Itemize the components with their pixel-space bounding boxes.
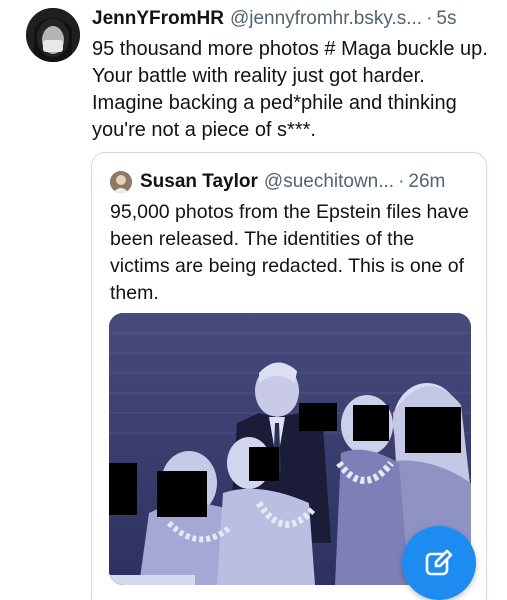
redaction-box	[353, 405, 389, 441]
redaction-box	[405, 407, 461, 453]
compose-button[interactable]	[402, 526, 476, 600]
separator-dot: ·	[398, 171, 405, 192]
post-card[interactable]: JennYFromHR @jennyfromhr.bsky.s... · 5s …	[0, 0, 507, 600]
avatar-image	[26, 8, 80, 62]
post-timestamp[interactable]: 5s	[436, 8, 456, 30]
quoted-post-header: Susan Taylor @suechitown... · 26m	[110, 169, 480, 195]
post-text: 95 thousand more photos # Maga buckle up…	[92, 38, 488, 141]
author-avatar[interactable]	[26, 8, 80, 62]
redaction-box	[299, 403, 337, 431]
redaction-box	[249, 447, 279, 481]
quoted-author-avatar[interactable]	[110, 171, 132, 193]
author-handle[interactable]: @jennyfromhr.bsky.s...	[230, 8, 422, 30]
quoted-author-display-name[interactable]: Susan Taylor	[140, 171, 258, 193]
author-display-name[interactable]: JennYFromHR	[92, 8, 224, 30]
quoted-avatar-image	[110, 171, 132, 193]
compose-pencil-icon	[425, 549, 453, 576]
quoted-author-handle[interactable]: @suechitown...	[264, 171, 394, 193]
quoted-post-text: 95,000 photos from the Epstein files hav…	[110, 201, 469, 304]
quoted-post-timestamp[interactable]: 26m	[408, 171, 445, 193]
post-header: JennYFromHR @jennyfromhr.bsky.s... · 5s	[92, 8, 497, 34]
separator-dot: ·	[426, 8, 433, 29]
redaction-box	[157, 471, 207, 517]
redaction-box	[109, 463, 137, 515]
